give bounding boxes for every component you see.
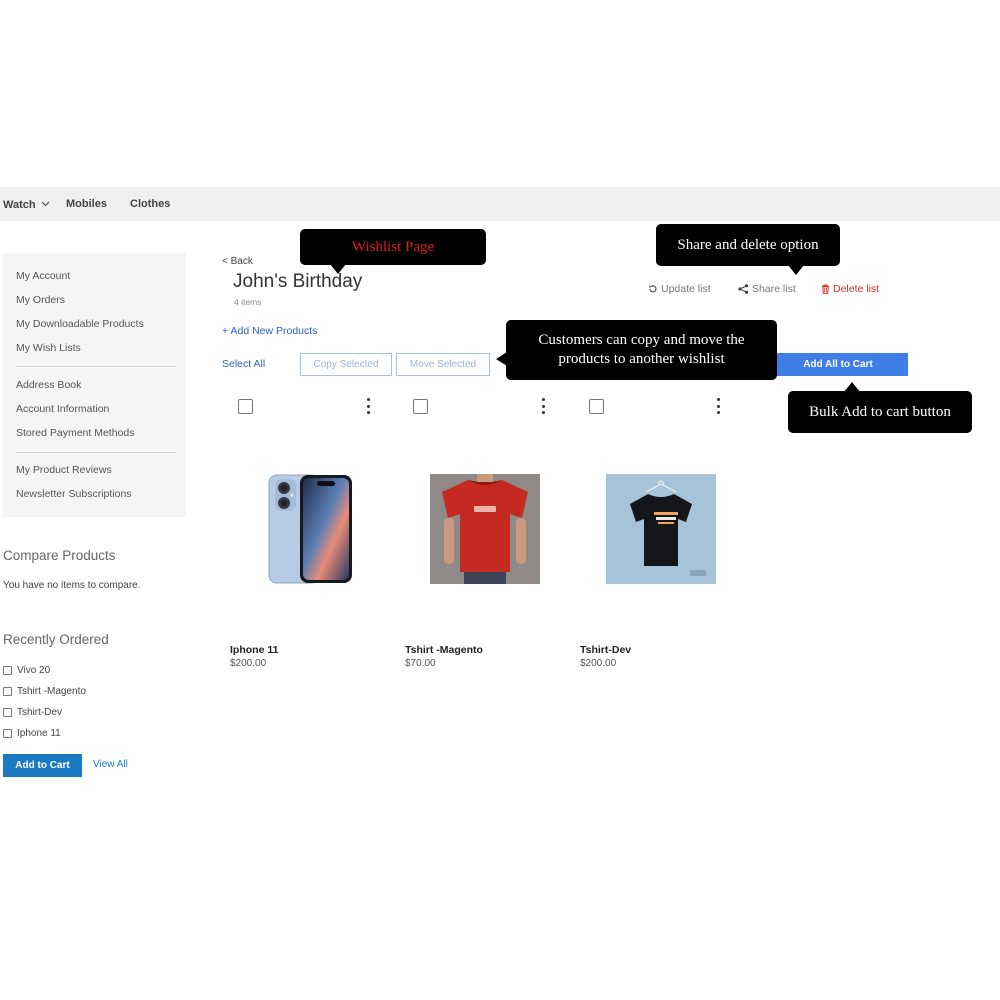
sidebar-divider — [16, 452, 176, 453]
callout-pointer — [330, 264, 346, 274]
callout-bulk-add: Bulk Add to cart button — [788, 382, 972, 433]
sidebar-item-stored-payment-methods[interactable]: Stored Payment Methods — [16, 427, 134, 439]
callout-wishlist-page: Wishlist Page — [300, 229, 486, 274]
move-selected-button[interactable]: Move Selected — [396, 353, 490, 376]
delete-list-button[interactable]: Delete list — [821, 283, 879, 295]
product-image-red-tshirt[interactable] — [430, 474, 540, 584]
sidebar-item-my-account[interactable]: My Account — [16, 270, 70, 282]
callout-text: Customers can copy and move the products… — [538, 332, 745, 367]
sidebar-item-my-wish-lists[interactable]: My Wish Lists — [16, 342, 81, 354]
page-title: John's Birthday — [233, 271, 363, 292]
callout-pointer — [788, 265, 804, 275]
refresh-icon — [648, 284, 658, 294]
product-price: $200.00 — [580, 658, 617, 669]
add-all-to-cart-button[interactable]: Add All to Cart — [768, 353, 908, 376]
copy-selected-button[interactable]: Copy Selected — [300, 353, 392, 376]
recent-item[interactable]: Tshirt-Dev — [3, 707, 62, 718]
share-list-button[interactable]: Share list — [738, 283, 796, 295]
checkbox[interactable] — [3, 708, 12, 717]
callout-pointer — [844, 382, 860, 392]
product-name[interactable]: Iphone 11 — [230, 644, 278, 656]
product-name[interactable]: Tshirt-Dev — [580, 644, 631, 656]
nav-item-clothes[interactable]: Clothes — [130, 198, 170, 210]
kebab-menu-icon[interactable] — [364, 397, 372, 415]
recently-ordered-title: Recently Ordered — [3, 632, 109, 647]
compare-empty-text: You have no items to compare. — [3, 580, 141, 591]
callout-text: Wishlist Page — [351, 238, 435, 255]
checkbox[interactable] — [3, 687, 12, 696]
delete-list-label: Delete list — [833, 283, 880, 295]
product-price: $200.00 — [230, 658, 267, 669]
share-icon — [738, 284, 749, 294]
sidebar-item-downloadable-products[interactable]: My Downloadable Products — [16, 318, 144, 330]
recent-item-label: Tshirt-Dev — [17, 707, 63, 718]
compare-products-title: Compare Products — [3, 548, 116, 563]
sidebar-item-product-reviews[interactable]: My Product Reviews — [16, 464, 112, 476]
checkbox[interactable] — [3, 729, 12, 738]
sidebar-divider — [16, 366, 176, 367]
recent-item-label: Tshirt -Magento — [17, 686, 86, 697]
sidebar-item-my-orders[interactable]: My Orders — [16, 294, 65, 306]
recent-item[interactable]: Tshirt -Magento — [3, 686, 86, 697]
add-to-cart-button[interactable]: Add to Cart — [3, 754, 82, 777]
callout-text: Share and delete option — [677, 236, 819, 253]
sidebar-item-account-information[interactable]: Account Information — [16, 403, 109, 415]
callout-copy-move: Customers can copy and move the products… — [496, 320, 777, 380]
add-new-products-link[interactable]: + Add New Products — [222, 325, 317, 337]
callout-share-delete: Share and delete option — [656, 224, 840, 275]
sidebar-item-newsletter-subscriptions[interactable]: Newsletter Subscriptions — [16, 488, 132, 500]
recent-item-label: Vivo 20 — [17, 665, 51, 676]
recent-item[interactable]: Iphone 11 — [3, 728, 61, 739]
update-list-label: Update list — [661, 283, 711, 295]
back-link[interactable]: < Back — [222, 256, 253, 267]
checkbox[interactable] — [3, 666, 12, 675]
sidebar-item-address-book[interactable]: Address Book — [16, 379, 81, 391]
product-image-black-tshirt[interactable] — [606, 474, 716, 584]
product-checkbox[interactable] — [238, 399, 253, 414]
product-checkbox[interactable] — [413, 399, 428, 414]
kebab-menu-icon[interactable] — [714, 397, 722, 415]
product-name[interactable]: Tshirt -Magento — [405, 644, 483, 656]
trash-icon — [821, 284, 830, 294]
kebab-menu-icon[interactable] — [539, 397, 547, 415]
nav-item-label: Watch — [3, 199, 36, 211]
item-count: 4 items — [234, 297, 262, 307]
recent-item[interactable]: Vivo 20 — [3, 665, 50, 676]
chevron-down-icon — [41, 198, 50, 210]
recent-item-label: Iphone 11 — [17, 728, 61, 739]
callout-text: Bulk Add to cart button — [809, 403, 951, 420]
view-all-link[interactable]: View All — [93, 759, 128, 770]
top-navigation: Watch Mobiles Clothes — [0, 187, 1000, 221]
nav-item-watch[interactable]: Watch — [3, 198, 50, 211]
product-checkbox[interactable] — [589, 399, 604, 414]
share-list-label: Share list — [752, 283, 796, 295]
nav-item-mobiles[interactable]: Mobiles — [66, 198, 107, 210]
account-sidebar: My Account My Orders My Downloadable Pro… — [3, 253, 186, 517]
update-list-button[interactable]: Update list — [648, 283, 711, 295]
select-all-link[interactable]: Select All — [222, 358, 265, 370]
callout-pointer — [496, 352, 507, 366]
product-image-phone[interactable] — [255, 474, 365, 584]
product-price: $70.00 — [405, 658, 436, 669]
